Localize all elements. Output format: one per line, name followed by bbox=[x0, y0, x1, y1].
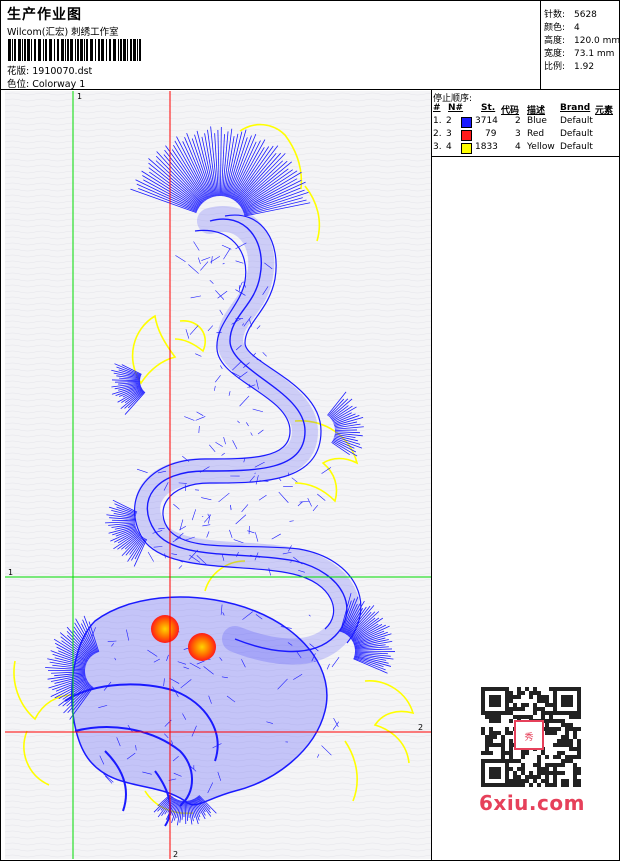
red-stitch-eye-right bbox=[188, 633, 216, 661]
thread-swatch bbox=[461, 130, 472, 141]
guide-label-green-top: 1 bbox=[77, 92, 82, 101]
stat-colors: 颜色: 4 bbox=[544, 23, 580, 33]
col-description: 描述 bbox=[527, 106, 546, 116]
thread-swatch bbox=[461, 143, 472, 154]
col-code: 代码 bbox=[501, 106, 520, 116]
stat-width: 宽度: 73.1 mm bbox=[544, 49, 615, 59]
stop-row: 3. 4 1833 4 Yellow Default bbox=[433, 142, 593, 154]
col-stitches: St. bbox=[481, 103, 496, 113]
guide-label-red-bottom: 2 bbox=[173, 850, 178, 859]
colorway-line: 色位: Colorway 1 bbox=[7, 76, 85, 90]
production-worksheet: 生产作业图 Wilcom(汇宏) 刺绣工作室 花版: 1910070.dst 色… bbox=[0, 0, 620, 861]
guide-label-red-right: 2 bbox=[418, 723, 423, 732]
stat-scale: 比例: 1.92 bbox=[544, 62, 595, 72]
design-file-line: 花版: 1910070.dst bbox=[7, 63, 92, 77]
page-title: 生产作业图 bbox=[7, 7, 82, 23]
embroidery-preview: 1 1 2 2 bbox=[5, 91, 431, 859]
red-stitch-eye-left bbox=[151, 615, 179, 643]
barcode bbox=[8, 39, 141, 61]
col-brand: Brand bbox=[560, 103, 591, 113]
stop-row: 2. 3 79 3 Red Default bbox=[433, 129, 593, 141]
watermark-logo-text: 6xiu.com bbox=[479, 791, 585, 815]
company-name: Wilcom(汇宏) 刺绣工作室 bbox=[7, 27, 119, 38]
guide-label-green-left: 1 bbox=[8, 568, 13, 577]
panel-rule bbox=[432, 156, 619, 157]
stat-stitches: 针数: 5628 bbox=[544, 10, 597, 20]
stat-height: 高度: 120.0 mm bbox=[544, 36, 620, 46]
header-rule bbox=[1, 89, 619, 90]
stop-row: 1. 2 3714 2 Blue Default bbox=[433, 116, 593, 128]
col-index: # bbox=[433, 103, 441, 113]
svg-text:秀: 秀 bbox=[524, 731, 533, 743]
col-needle: N# bbox=[448, 103, 464, 113]
col-element: 元素 bbox=[595, 106, 614, 116]
stop-sequence-table: 停止顺序: # N# St. 代码 描述 Brand 元素 1. 2 3714 … bbox=[433, 91, 619, 155]
thread-swatch bbox=[461, 117, 472, 128]
panel-divider bbox=[431, 90, 432, 860]
header-divider bbox=[540, 1, 541, 89]
